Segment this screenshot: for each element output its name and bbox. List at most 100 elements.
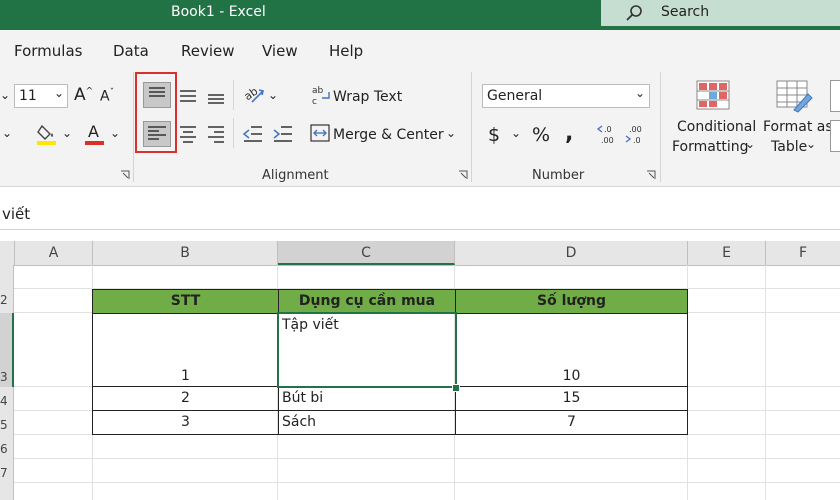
fill-handle[interactable] (452, 384, 460, 392)
table-row[interactable]: 10 (455, 313, 688, 387)
middle-align-icon[interactable] (178, 86, 198, 106)
row-number[interactable]: 7 (0, 466, 8, 480)
fill-color-icon[interactable] (36, 122, 58, 146)
column-header-a[interactable]: A (15, 241, 93, 265)
row-number[interactable]: 4 (0, 394, 8, 408)
table-row[interactable]: 1 (92, 313, 279, 387)
cell-styles-edge-2[interactable] (830, 120, 840, 152)
currency-icon[interactable]: $ (488, 124, 500, 146)
formula-bar-text: viết (2, 205, 31, 223)
column-header-d[interactable]: D (455, 241, 688, 265)
svg-text:.0: .0 (633, 136, 641, 145)
tab-formulas[interactable]: Formulas (14, 42, 82, 60)
font-dialog-launcher-icon[interactable] (120, 170, 130, 180)
cell-item[interactable]: Sách (278, 410, 456, 435)
align-center-icon[interactable] (178, 124, 198, 144)
align-left-button[interactable] (143, 121, 171, 147)
chevron-down-icon[interactable]: ⌄ (511, 126, 521, 140)
top-align-button[interactable] (143, 82, 171, 108)
search-icon (626, 5, 642, 21)
row-number[interactable]: 3 (0, 370, 8, 384)
decrease-font-icon[interactable]: Aˇ (100, 88, 114, 105)
active-cell-outline[interactable] (277, 312, 457, 388)
conditional-formatting-label-2[interactable]: Formatting (672, 139, 748, 155)
wrap-text-label[interactable]: Wrap Text (333, 89, 402, 105)
chevron-down-icon[interactable]: ⌄ (110, 126, 120, 140)
chevron-down-icon[interactable]: ⌄ (745, 137, 755, 151)
column-header-f[interactable]: F (766, 241, 840, 265)
percent-icon[interactable]: % (532, 124, 550, 146)
decrease-decimal-icon[interactable]: .00 .0 (624, 123, 648, 145)
chevron-down-icon[interactable]: ⌄ (806, 137, 816, 151)
title-bar: Book1 - Excel Search (0, 0, 840, 30)
number-format-dropdown[interactable]: General ⌄ (482, 84, 650, 108)
top-align-icon (149, 87, 165, 97)
chevron-down-icon[interactable]: ⌄ (268, 88, 278, 102)
formula-bar[interactable]: viết (0, 199, 840, 230)
merge-center-icon[interactable] (310, 124, 330, 142)
gridline (14, 482, 840, 483)
cell-qty[interactable]: 15 (455, 386, 688, 411)
wrap-text-icon[interactable]: ab c (312, 84, 332, 106)
cell-styles-edge[interactable] (830, 80, 840, 112)
align-right-icon[interactable] (206, 124, 226, 144)
cell-stt[interactable]: 2 (92, 386, 279, 411)
orientation-icon[interactable]: ab (242, 84, 266, 106)
tab-data[interactable]: Data (113, 42, 149, 60)
group-divider (133, 72, 134, 182)
merge-center-label[interactable]: Merge & Center (333, 127, 444, 143)
table-header-stt[interactable]: STT (92, 289, 279, 314)
increase-decimal-icon[interactable]: .0 .00 (596, 123, 620, 145)
ribbon: ⌄ 11 ⌄ A^ Aˇ ⌄ ⌄ A ⌄ ab ⌄ ab c Wrap Text… (0, 68, 840, 187)
align-left-icon (148, 126, 166, 140)
column-header-e[interactable]: E (688, 241, 766, 265)
alignment-dialog-launcher-icon[interactable] (458, 170, 468, 180)
number-dialog-launcher-icon[interactable] (646, 170, 656, 180)
column-header-c[interactable]: C (278, 241, 455, 265)
border-dropdown-arrow[interactable]: ⌄ (2, 126, 12, 140)
conditional-formatting-icon[interactable] (696, 80, 732, 112)
chevron-down-icon: ⌄ (635, 86, 646, 100)
cell-qty[interactable]: 7 (455, 410, 688, 435)
cell-stt[interactable]: 3 (92, 410, 279, 435)
font-size-dropdown[interactable]: 11 ⌄ (14, 84, 68, 108)
row-number[interactable]: 2 (0, 293, 8, 307)
window-title: Book1 - Excel (171, 4, 266, 20)
column-header-b[interactable]: B (93, 241, 278, 265)
divider (233, 80, 234, 110)
format-as-table-label-1[interactable]: Format as (763, 119, 833, 135)
row-number[interactable]: 6 (0, 442, 8, 456)
font-color-icon[interactable]: A (84, 122, 106, 146)
chevron-down-icon[interactable]: ⌄ (446, 126, 456, 140)
tab-review[interactable]: Review (181, 42, 235, 60)
select-all-corner[interactable] (0, 241, 15, 265)
ribbon-tabs: Formulas Data Review View Help (0, 30, 840, 68)
group-divider (471, 72, 472, 182)
tab-view[interactable]: View (262, 42, 298, 60)
search-box[interactable]: Search (601, 0, 840, 26)
table-header-qty[interactable]: Số lượng (455, 289, 688, 314)
cell-qty: 10 (562, 368, 581, 384)
dropdown-arrow-left[interactable]: ⌄ (0, 88, 10, 102)
alignment-group-label: Alignment (262, 168, 329, 183)
bottom-align-icon[interactable] (206, 86, 226, 106)
gridline (765, 265, 766, 500)
chevron-down-icon: ⌄ (54, 86, 65, 100)
svg-text:ab: ab (312, 86, 324, 96)
conditional-formatting-label-1[interactable]: Conditional (677, 119, 756, 135)
increase-font-icon[interactable]: A^ (74, 85, 93, 105)
divider (233, 118, 234, 148)
svg-text:A: A (88, 122, 99, 141)
comma-style-icon[interactable]: , (565, 121, 573, 146)
decrease-indent-icon[interactable] (242, 124, 264, 144)
increase-indent-icon[interactable] (272, 124, 294, 144)
table-header-item[interactable]: Dụng cụ cần mua (278, 289, 456, 314)
row-number[interactable]: 5 (0, 418, 8, 432)
format-as-table-icon[interactable] (776, 80, 814, 114)
format-as-table-label-2[interactable]: Table (771, 139, 807, 155)
svg-text:.0: .0 (604, 125, 612, 134)
cell-item[interactable]: Bút bi (278, 386, 456, 411)
chevron-down-icon[interactable]: ⌄ (62, 126, 72, 140)
tab-help[interactable]: Help (329, 42, 363, 60)
svg-text:c: c (312, 97, 317, 106)
